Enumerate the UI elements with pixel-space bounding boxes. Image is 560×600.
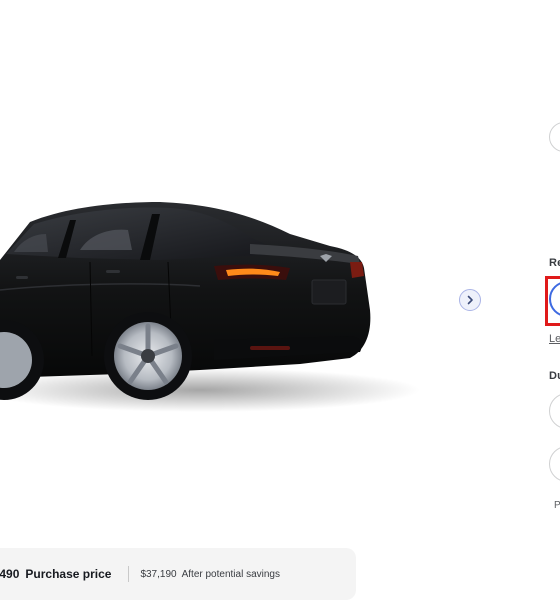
config-panel: Re Le Du P [545, 0, 560, 600]
price-divider [128, 566, 130, 582]
selection-highlight [545, 276, 560, 326]
drive-section-label: Du [549, 370, 560, 382]
car-image [0, 150, 430, 440]
savings-price-value: $37,190 [140, 568, 177, 580]
savings-price-label: After potential savings [181, 568, 280, 580]
configurator-page: Re Le Du P $41,490 Purchase price $37,19… [0, 0, 560, 600]
learn-more-link[interactable]: Le [549, 333, 560, 345]
purchase-price: $41,490 Purchase price [0, 567, 111, 581]
car-illustration [0, 202, 420, 412]
option-caption: P [554, 500, 560, 511]
drive-option-1[interactable] [549, 393, 560, 429]
purchase-price-value: $41,490 [0, 567, 20, 581]
drive-option-2[interactable] [549, 446, 560, 482]
savings-price: $37,190 After potential savings [140, 569, 280, 580]
wheels-section-label: Re [549, 257, 560, 269]
chevron-right-icon [467, 295, 473, 305]
price-summary-bar[interactable]: $41,490 Purchase price $37,190 After pot… [0, 548, 356, 600]
next-view-button[interactable] [459, 289, 481, 311]
purchase-price-label: Purchase price [25, 567, 112, 581]
view-toggle-button[interactable] [549, 122, 560, 152]
